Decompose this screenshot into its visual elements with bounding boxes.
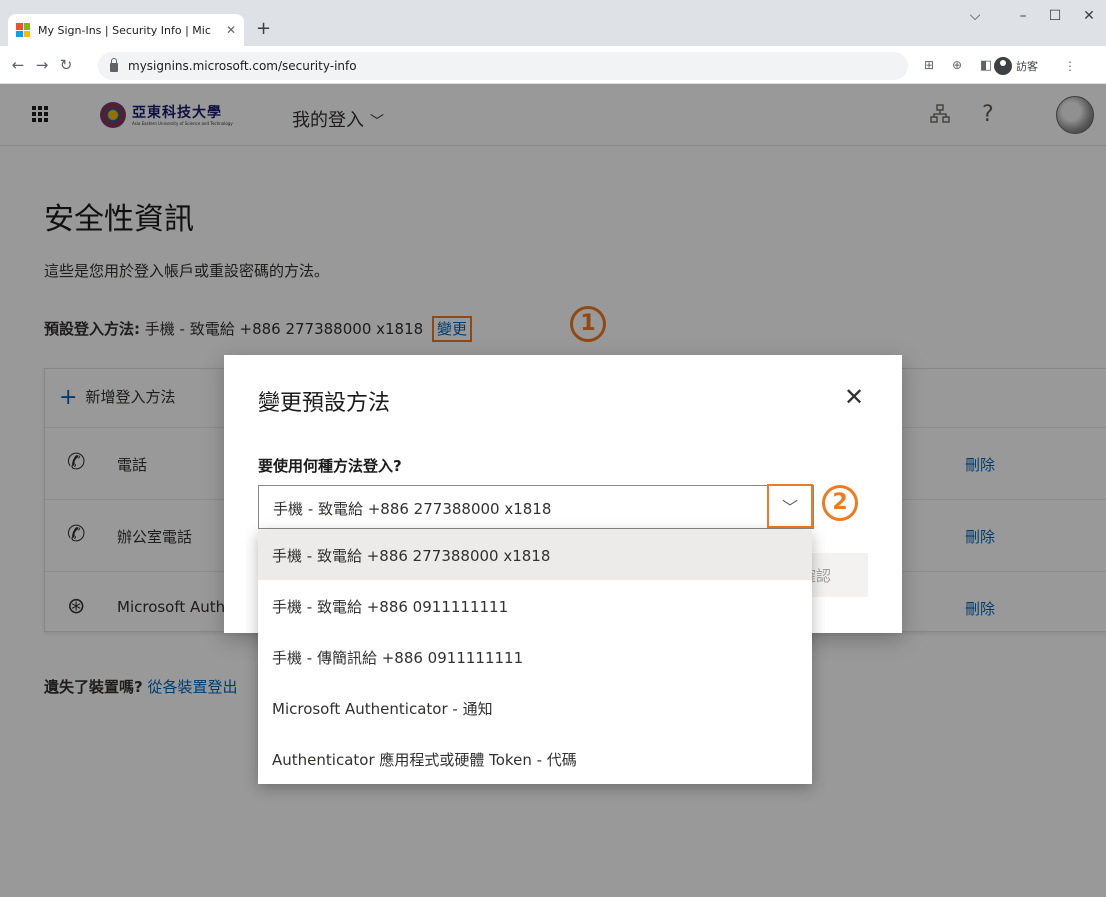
browser-tab-strip: My Sign-Ins | Security Info | Mic ✕ + ⌵ … xyxy=(0,0,1106,46)
zoom-icon[interactable]: ⊕ xyxy=(952,58,962,72)
back-arrow-icon[interactable]: ← xyxy=(6,56,30,74)
reload-icon[interactable]: ↻ xyxy=(54,56,78,74)
url-text: mysignins.microsoft.com/security-info xyxy=(128,59,357,73)
dropdown-option[interactable]: 手機 - 致電給 +886 0911111111 xyxy=(258,581,812,631)
profile-avatar-icon xyxy=(994,57,1012,75)
method-select[interactable]: 手機 - 致電給 +886 277388000 x1818 ﹀ xyxy=(258,484,814,529)
address-bar[interactable]: mysignins.microsoft.com/security-info xyxy=(98,52,908,80)
browser-menu-icon[interactable]: ⋮ xyxy=(1064,59,1076,73)
browser-tab[interactable]: My Sign-Ins | Security Info | Mic ✕ xyxy=(8,14,244,46)
step-badge-2: 2 xyxy=(822,485,858,521)
microsoft-logo-icon xyxy=(16,23,30,37)
profile-label: 訪客 xyxy=(1016,60,1038,73)
browser-toolbar: ← → ↻ mysignins.microsoft.com/security-i… xyxy=(0,46,1106,84)
profile-button[interactable]: 訪客 ⋮ xyxy=(994,54,1084,78)
dropdown-option[interactable]: 手機 - 傳簡訊給 +886 0911111111 xyxy=(258,632,812,682)
chevron-down-icon[interactable]: ﹀ xyxy=(767,484,813,528)
dialog-title: 變更預設方法 xyxy=(258,391,391,416)
dropdown-option[interactable]: 手機 - 致電給 +886 277388000 x1818 xyxy=(258,530,812,580)
method-dropdown-list: 手機 - 致電給 +886 277388000 x1818 手機 - 致電給 +… xyxy=(258,530,812,784)
minimize-button[interactable]: – xyxy=(1008,8,1038,24)
method-select-value: 手機 - 致電給 +886 277388000 x1818 xyxy=(273,500,552,518)
tab-close-icon[interactable]: ✕ xyxy=(226,23,236,37)
tab-title: My Sign-Ins | Security Info | Mic xyxy=(38,23,211,37)
dropdown-option[interactable]: Authenticator 應用程式或硬體 Token - 代碼 xyxy=(258,734,812,784)
close-icon[interactable]: ✕ xyxy=(844,385,864,409)
close-window-button[interactable]: ✕ xyxy=(1074,8,1104,24)
translate-icon[interactable]: ⊞ xyxy=(924,58,934,72)
new-tab-button[interactable]: + xyxy=(256,18,271,39)
maximize-button[interactable]: ☐ xyxy=(1040,8,1070,24)
tab-search-icon[interactable]: ⌵ xyxy=(960,8,990,24)
lock-icon xyxy=(110,57,118,72)
forward-arrow-icon[interactable]: → xyxy=(30,56,54,74)
dropdown-option[interactable]: Microsoft Authenticator - 通知 xyxy=(258,683,812,733)
method-select-label: 要使用何種方法登入? xyxy=(258,457,402,475)
sidepanel-icon[interactable]: ◧ xyxy=(980,58,992,73)
